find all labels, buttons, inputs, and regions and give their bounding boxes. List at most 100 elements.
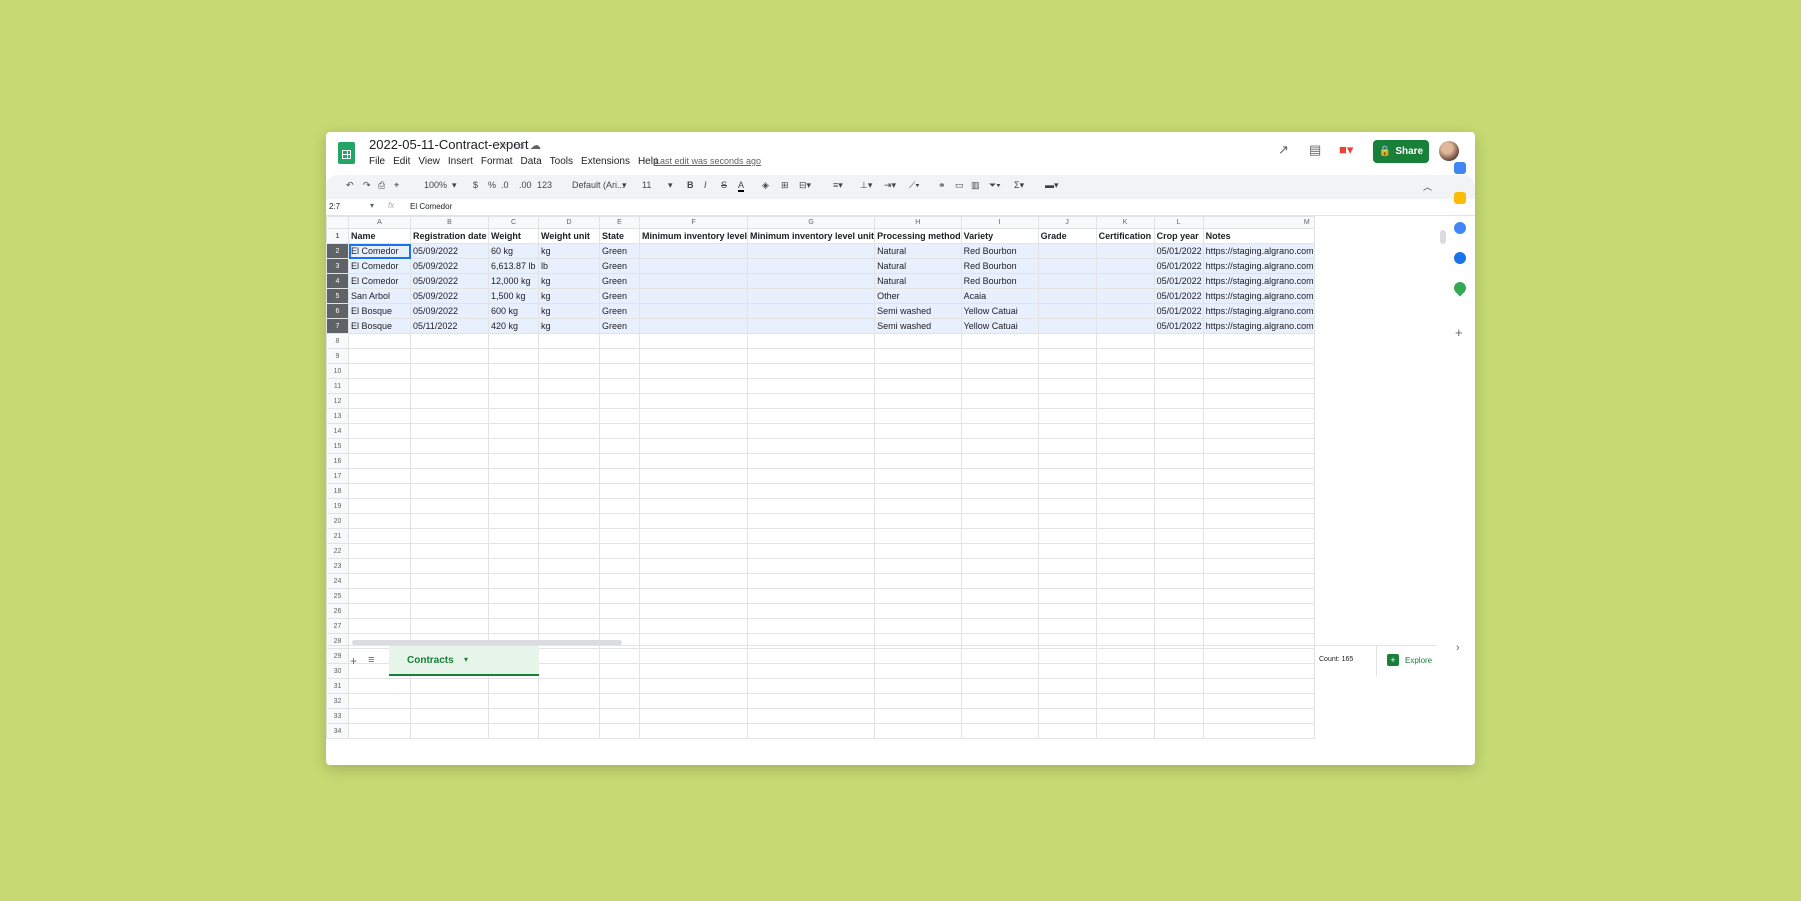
header-cell[interactable]: Minimum inventory level	[638, 228, 749, 244]
cloud-status-icon[interactable]: ☁	[530, 139, 541, 152]
table-cell[interactable]	[538, 453, 600, 469]
name-box[interactable]: 2:7	[329, 202, 340, 211]
table-cell[interactable]	[1095, 318, 1155, 334]
table-cell[interactable]	[599, 333, 640, 349]
explore-button[interactable]: + Explore	[1376, 646, 1437, 676]
table-cell[interactable]	[348, 363, 411, 379]
table-cell[interactable]	[599, 483, 640, 499]
row-number[interactable]: 26	[326, 603, 349, 619]
table-cell[interactable]	[1202, 573, 1315, 589]
table-cell[interactable]	[1095, 588, 1155, 604]
table-cell[interactable]	[960, 453, 1039, 469]
table-cell[interactable]	[1202, 528, 1315, 544]
table-cell[interactable]	[599, 708, 640, 724]
table-cell[interactable]	[1153, 438, 1204, 454]
print-icon[interactable]: ⎙	[378, 180, 385, 191]
table-cell[interactable]	[538, 438, 600, 454]
table-cell[interactable]	[1153, 468, 1204, 484]
table-cell[interactable]	[1202, 408, 1315, 424]
row-number[interactable]: 23	[326, 558, 349, 574]
table-cell[interactable]	[747, 678, 876, 694]
table-cell[interactable]	[638, 468, 749, 484]
table-cell[interactable]: Green	[599, 288, 640, 304]
insert-link-icon[interactable]: ⚭	[938, 180, 946, 191]
table-cell[interactable]: https://staging.algrano.com	[1202, 273, 1315, 289]
table-cell[interactable]	[599, 378, 640, 394]
table-cell[interactable]	[747, 603, 876, 619]
menu-file[interactable]: File	[369, 156, 385, 167]
row-number[interactable]: 3	[326, 258, 349, 274]
table-cell[interactable]	[747, 483, 876, 499]
insert-comment-icon[interactable]: ▭	[955, 180, 964, 191]
table-cell[interactable]	[348, 543, 411, 559]
table-cell[interactable]	[488, 558, 539, 574]
row-number[interactable]: 11	[326, 378, 349, 394]
header-cell[interactable]: Processing method	[874, 228, 962, 244]
table-cell[interactable]	[410, 558, 489, 574]
table-cell[interactable]	[638, 378, 749, 394]
table-cell[interactable]	[874, 378, 962, 394]
table-cell[interactable]	[638, 528, 749, 544]
table-cell[interactable]	[538, 678, 600, 694]
sheets-logo-icon[interactable]	[338, 142, 355, 164]
table-cell[interactable]: 600 kg	[488, 303, 539, 319]
table-cell[interactable]	[1153, 708, 1204, 724]
filter-icon[interactable]: ⏷▾	[989, 180, 1001, 191]
sheet-tab-chevron-down-icon[interactable]: ▾	[464, 655, 468, 664]
add-sheet-icon[interactable]: +	[350, 654, 357, 668]
table-cell[interactable]	[1202, 393, 1315, 409]
table-cell[interactable]	[638, 348, 749, 364]
table-cell[interactable]	[1095, 258, 1155, 274]
table-cell[interactable]: 05/01/2022	[1153, 303, 1204, 319]
table-cell[interactable]	[747, 378, 876, 394]
table-cell[interactable]	[1095, 543, 1155, 559]
table-cell[interactable]	[1095, 603, 1155, 619]
table-cell[interactable]	[1202, 363, 1315, 379]
zoom-chevron-down-icon[interactable]: ▾	[452, 180, 457, 191]
table-cell[interactable]: https://staging.algrano.com	[1202, 303, 1315, 319]
table-cell[interactable]	[1037, 483, 1097, 499]
table-cell[interactable]	[1037, 438, 1097, 454]
table-cell[interactable]	[1202, 468, 1315, 484]
table-cell[interactable]: El Comedor	[348, 258, 411, 274]
row-number[interactable]: 5	[326, 288, 349, 304]
row-number[interactable]: 27	[326, 618, 349, 634]
table-cell[interactable]	[960, 423, 1039, 439]
table-cell[interactable]	[1037, 243, 1097, 259]
row-number[interactable]: 17	[326, 468, 349, 484]
table-cell[interactable]	[599, 528, 640, 544]
table-cell[interactable]	[638, 423, 749, 439]
table-cell[interactable]: 05/09/2022	[410, 243, 489, 259]
last-edit-link[interactable]: Last edit was seconds ago	[655, 156, 761, 166]
table-cell[interactable]	[1095, 348, 1155, 364]
table-cell[interactable]	[638, 453, 749, 469]
row-number[interactable]: 31	[326, 678, 349, 694]
table-cell[interactable]	[348, 423, 411, 439]
table-cell[interactable]	[599, 618, 640, 634]
row-number[interactable]: 16	[326, 453, 349, 469]
table-cell[interactable]	[874, 423, 962, 439]
table-cell[interactable]	[538, 423, 600, 439]
table-cell[interactable]	[538, 498, 600, 514]
table-cell[interactable]	[1153, 558, 1204, 574]
collapse-menus-icon[interactable]: ︿	[1423, 180, 1432, 193]
select-all-corner[interactable]	[326, 216, 349, 229]
table-cell[interactable]	[1202, 693, 1315, 709]
table-cell[interactable]	[348, 408, 411, 424]
table-cell[interactable]	[599, 573, 640, 589]
table-cell[interactable]	[747, 573, 876, 589]
table-cell[interactable]: Acaia	[960, 288, 1039, 304]
table-cell[interactable]	[538, 588, 600, 604]
table-cell[interactable]	[638, 438, 749, 454]
table-cell[interactable]	[960, 483, 1039, 499]
row-number[interactable]: 33	[326, 708, 349, 724]
table-cell[interactable]	[1095, 723, 1155, 739]
table-cell[interactable]: 05/09/2022	[410, 303, 489, 319]
table-cell[interactable]	[410, 333, 489, 349]
table-cell[interactable]	[1153, 393, 1204, 409]
row-number[interactable]: 9	[326, 348, 349, 364]
table-cell[interactable]	[599, 408, 640, 424]
table-cell[interactable]	[874, 393, 962, 409]
table-cell[interactable]: El Bosque	[348, 303, 411, 319]
table-cell[interactable]	[638, 588, 749, 604]
